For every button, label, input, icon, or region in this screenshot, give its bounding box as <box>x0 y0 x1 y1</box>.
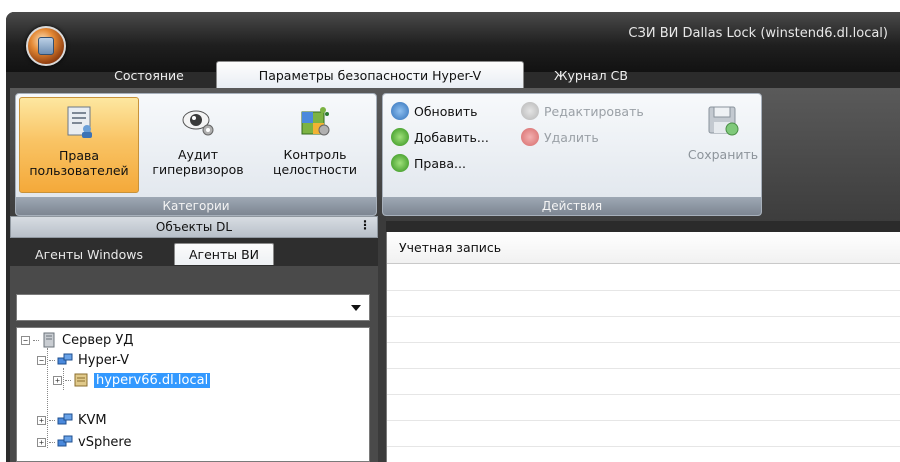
collapse-icon[interactable]: − <box>37 355 46 365</box>
app-menu-orb-icon[interactable] <box>26 26 66 66</box>
rights-button[interactable]: Права... <box>391 152 466 174</box>
add-label: Добавить... <box>414 129 489 145</box>
panel-splitter[interactable] <box>378 216 386 462</box>
user-rights-button[interactable]: Права пользователей <box>19 97 139 193</box>
users-rights-icon <box>67 106 92 138</box>
refresh-icon <box>391 102 409 120</box>
table-row <box>387 421 900 447</box>
tree-node-hyperv66[interactable]: + hyperv66.dl.local <box>53 370 211 390</box>
add-button[interactable]: Добавить... <box>391 126 489 148</box>
delete-button[interactable]: Удалить <box>521 126 599 148</box>
table-row <box>387 265 900 291</box>
tab-status[interactable]: Состояние <box>94 61 204 89</box>
table-row <box>387 369 900 395</box>
hypervisor-audit-button[interactable]: Аудит гипервизоров <box>144 97 252 193</box>
user-rights-label-2: пользователей <box>29 163 129 178</box>
collapse-icon[interactable]: − <box>21 335 30 345</box>
tree-node-label: vSphere <box>78 434 132 450</box>
gear-icon <box>521 102 539 120</box>
agents-tabs: Агенты Windows Агенты ВИ <box>10 238 378 266</box>
agent-filter-dropdown[interactable] <box>16 294 370 321</box>
integrity-icon <box>301 107 330 136</box>
tab-event-log[interactable]: Журнал СВ <box>536 61 646 89</box>
tree-node-kvm[interactable]: + KVM <box>37 410 107 430</box>
ribbon: Права пользователей Аудит гипервизоров К… <box>10 88 900 221</box>
edit-button[interactable]: Редактировать <box>521 100 644 122</box>
expand-icon[interactable]: + <box>53 375 62 385</box>
eye-icon <box>182 110 214 136</box>
tree-node-vsphere[interactable]: + vSphere <box>37 432 132 452</box>
tree-node-label: hyperv66.dl.local <box>94 372 211 388</box>
tab-hyperv-security[interactable]: Параметры безопасности Hyper-V <box>216 61 524 89</box>
tab-vi-agents[interactable]: Агенты ВИ <box>174 243 274 265</box>
delete-icon <box>521 128 539 146</box>
objects-tree[interactable]: − Сервер УД − Hyper-V + hyperv66.dl.loca… <box>16 327 370 462</box>
dl-objects-header: Объекты DL ⋮ <box>10 216 378 238</box>
refresh-label: Обновить <box>414 103 478 119</box>
network-computers-icon <box>57 353 73 365</box>
tree-node-label: KVM <box>78 412 107 428</box>
tree-node-label: Сервер УД <box>62 332 134 348</box>
column-header-account[interactable]: Учетная запись <box>387 232 900 264</box>
floppy-save-icon <box>708 106 739 136</box>
dl-objects-title: Объекты DL <box>155 220 233 234</box>
chevron-down-icon[interactable] <box>351 305 361 311</box>
tree-node-server[interactable]: − Сервер УД <box>21 330 133 350</box>
host-server-icon <box>74 373 88 387</box>
network-computers-icon <box>57 413 73 425</box>
rights-add-icon <box>391 154 409 172</box>
table-row <box>387 317 900 343</box>
categories-group-label: Категории <box>16 197 376 215</box>
categories-group: Права пользователей Аудит гипервизоров К… <box>15 93 377 216</box>
actions-group: Обновить Добавить... Права... Редактиров… <box>382 93 762 216</box>
table-row <box>387 395 900 421</box>
tab-windows-agents[interactable]: Агенты Windows <box>14 243 164 265</box>
refresh-button[interactable]: Обновить <box>391 100 478 122</box>
save-label: Сохранить <box>687 147 759 162</box>
save-button[interactable]: Сохранить <box>685 97 761 193</box>
table-row <box>387 343 900 369</box>
rights-label: Права... <box>414 155 466 171</box>
delete-label: Удалить <box>544 129 599 145</box>
integrity-control-button[interactable]: Контроль целостности <box>256 97 374 193</box>
window-title: СЗИ ВИ Dallas Lock (winstend6.dl.local) <box>628 26 888 41</box>
audit-label-2: гипервизоров <box>152 162 244 177</box>
integrity-label-2: целостности <box>272 162 358 177</box>
tree-node-hyperv[interactable]: − Hyper-V <box>37 350 129 370</box>
panel-options-icon[interactable]: ⋮ <box>359 218 371 232</box>
actions-group-label: Действия <box>383 197 761 215</box>
tree-node-label: Hyper-V <box>78 352 130 368</box>
audit-label-1: Аудит <box>178 147 218 162</box>
add-icon <box>391 128 409 146</box>
edit-label: Редактировать <box>544 103 644 119</box>
network-computers-icon <box>57 435 73 447</box>
table-row <box>387 291 900 317</box>
user-rights-label-1: Права <box>58 148 100 163</box>
accounts-grid[interactable]: Учетная запись <box>386 232 900 462</box>
expand-icon[interactable]: + <box>37 415 46 425</box>
expand-icon[interactable]: + <box>37 437 46 447</box>
server-icon <box>43 332 55 348</box>
integrity-label-1: Контроль <box>283 147 347 162</box>
